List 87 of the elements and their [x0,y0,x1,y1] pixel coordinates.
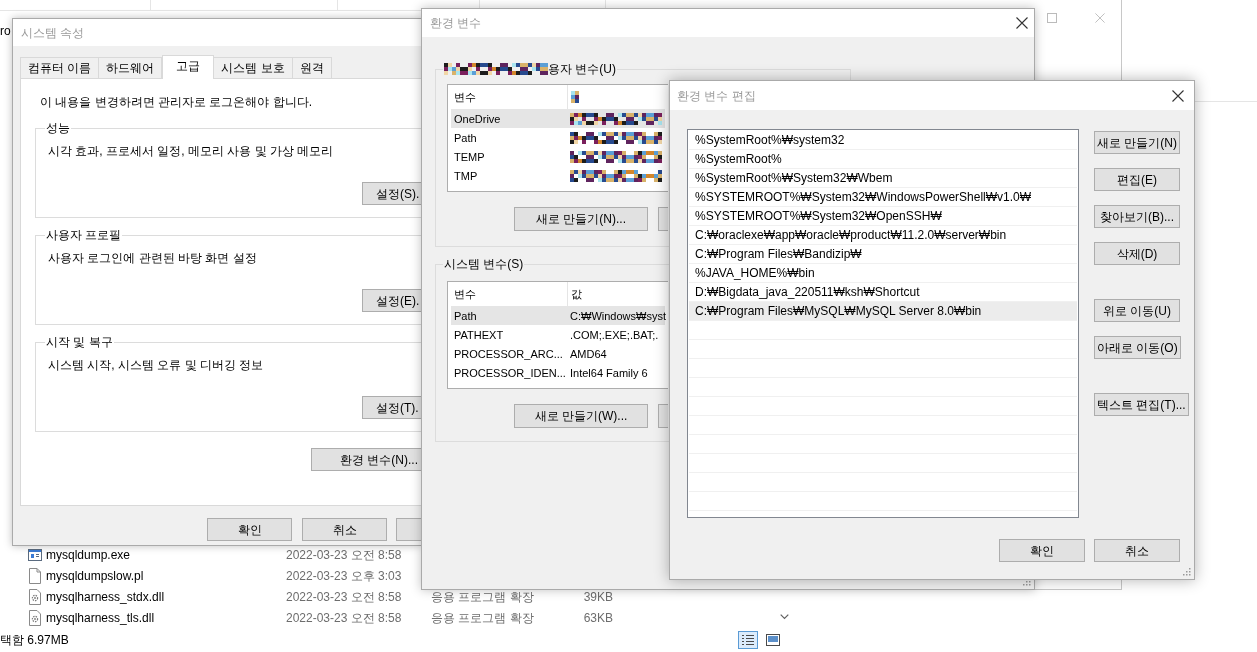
group-description: 시스템 시작, 시스템 오류 및 디버깅 정보 [48,357,264,373]
table-row[interactable]: PATHEXT .COM;.EXE;.BAT;. [451,325,665,344]
dialog-button[interactable]: 새로 만들기(N) [1094,131,1180,154]
variable-name: TEMP [454,150,485,163]
table-row[interactable]: PROCESSOR_IDEN... Intel64 Family 6 [451,363,665,382]
window-title: 시스템 속성 [21,24,85,41]
close-icon[interactable] [1016,17,1028,29]
group-title: 사용자 프로필 [45,227,123,243]
table-row[interactable]: Path [451,128,665,147]
scroll-down-icon[interactable] [779,614,789,620]
group-title: 시작 및 복구 [45,334,114,350]
view-button[interactable] [763,631,783,649]
file-date: 2022-03-23 오후 3:03 [286,568,402,583]
cut-off-button[interactable] [396,518,421,541]
variable-name: Path [454,309,477,322]
file-name[interactable]: mysqlharness_tls.dll [46,610,155,625]
column-header[interactable]: 변수 [454,89,476,105]
close-icon[interactable] [1172,89,1184,102]
file-date: 2022-03-23 오전 8:58 [286,610,402,625]
dialog-button[interactable]: 새로 만들기(N)... [514,207,648,231]
tab[interactable]: 원격 [291,57,332,78]
view-button[interactable] [738,631,758,649]
table-row[interactable]: PROCESSOR_ARC... AMD64 [451,344,665,363]
variable-name: TMP [454,169,478,182]
group-title: 시스템 변수(S) [444,256,524,272]
file-name[interactable]: mysqldumpslow.pl [46,568,144,583]
group-description: 사용자 로그인에 관련된 바탕 화면 설정 [48,250,257,266]
file-size: 39KB [583,588,613,605]
file-type: 응용 프로그램 확장 [431,610,534,625]
settings-button[interactable]: 설정(E). [362,289,421,312]
thumbnail-view-icon [766,634,780,646]
gear-document-icon [29,609,41,626]
group-title: 성능 [45,120,71,136]
resize-grip-icon[interactable] [1182,567,1191,576]
tab[interactable]: 컴퓨터 이름 [20,57,100,78]
file-date: 2022-03-23 오전 8:58 [286,547,402,562]
file-name[interactable]: mysqldump.exe [46,547,131,562]
table-row[interactable]: OneDrive [451,109,665,128]
window-title: 환경 변수 [430,15,482,31]
dialog-button[interactable]: 텍스트 편집(T)... [1094,393,1189,416]
variable-value: AMD64 [570,346,607,362]
dialog-button[interactable]: 확인 [207,518,292,541]
column-header[interactable]: 변수 [454,286,476,302]
dialog-button[interactable]: 확인 [999,539,1085,562]
variable-value: C:₩Windows₩syst [570,308,666,324]
variable-name: PATHEXT [454,328,504,341]
dialog-button[interactable]: 취소 [302,518,387,541]
variable-name: PROCESSOR_IDEN... [454,366,566,379]
dialog-button[interactable]: 새로 만들기(W)... [514,404,648,428]
variable-name: Path [454,131,477,144]
nav-item[interactable]: ro [0,24,11,38]
file-date: 2022-03-23 오전 8:58 [286,589,402,604]
file-name[interactable]: mysqlharness_stdx.dll [46,589,165,604]
table-row[interactable]: Path C:₩Windows₩syst [451,306,665,325]
file-type: 응용 프로그램 확장 [431,589,534,604]
dialog-button[interactable]: 찾아보기(B)... [1094,205,1180,228]
path-entry[interactable]: C:₩Program Files₩MySQL₩MySQL Server 8.0₩bin [689,302,1077,321]
settings-button[interactable]: 설정(T). [362,396,421,419]
gear-document-icon [29,588,41,605]
variable-name: OneDrive [454,112,501,125]
notice-text: 이 내용을 변경하려면 관리자로 로그온해야 합니다. [40,94,312,110]
table-row[interactable]: TMP [451,166,665,185]
group-description: 시각 효과, 프로세서 일정, 메모리 사용 및 가상 메모리 [48,143,334,159]
group-title: 용자 변수(U) [548,61,616,77]
tab[interactable]: 하드웨어 [98,57,163,78]
column-header[interactable]: 값 [571,286,582,302]
file-size: 63KB [583,609,613,626]
tab[interactable]: 고급 [162,55,215,79]
variable-value: Intel64 Family 6 [570,365,648,381]
status-text: 택함 6.97MB [0,632,69,648]
application-icon [28,548,42,561]
cut-off-button[interactable] [658,207,668,231]
details-view-icon [741,634,755,646]
document-icon [29,567,41,584]
settings-button[interactable]: 설정(S). [362,182,421,205]
dialog-button[interactable]: 위로 이동(U) [1094,299,1180,322]
dialog-button[interactable]: 편집(E) [1094,168,1180,191]
dialog-button[interactable]: 아래로 이동(O) [1094,336,1181,359]
maximize-icon[interactable] [1047,13,1057,23]
window-title: 환경 변수 편집 [677,87,756,104]
cut-off-button[interactable] [658,404,668,428]
variable-value: .COM;.EXE;.BAT;. [570,327,659,343]
variable-name: PROCESSOR_ARC... [454,347,563,360]
environment-variables-button[interactable]: 환경 변수(N)... [311,448,421,471]
dialog-button[interactable]: 취소 [1094,539,1180,562]
dialog-button[interactable]: 삭제(D) [1094,242,1180,265]
table-row[interactable]: TEMP [451,147,665,166]
